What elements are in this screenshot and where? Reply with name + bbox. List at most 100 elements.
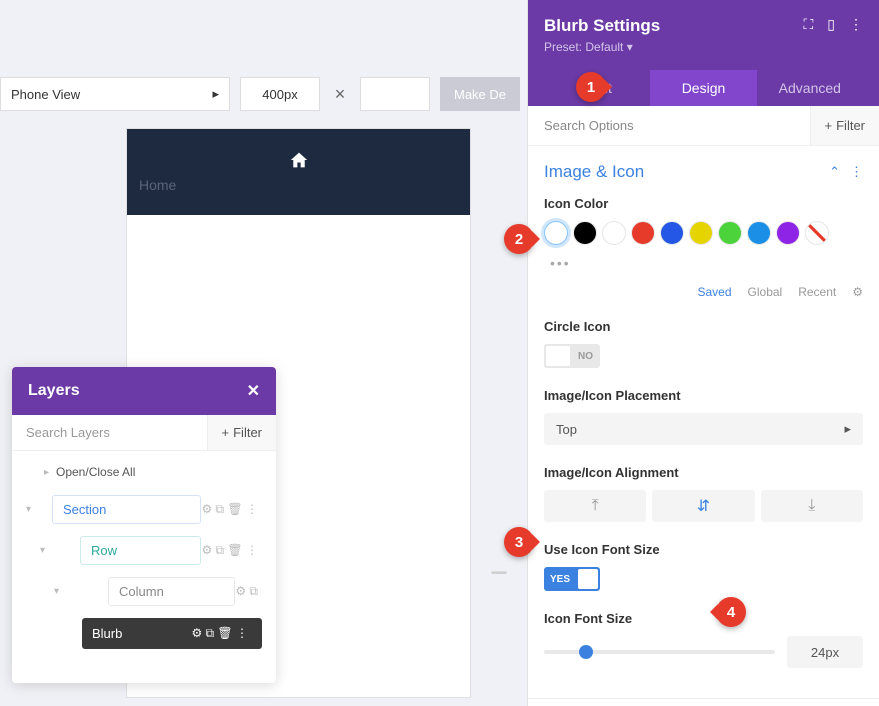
viewport-height-input[interactable]: [360, 77, 430, 111]
layers-title: Layers: [28, 382, 80, 400]
color-swatch-green[interactable]: [718, 221, 742, 245]
layers-header: Layers ✕: [12, 367, 276, 415]
more-icon[interactable]: ⋮: [850, 164, 863, 180]
annotation-3: 3: [504, 527, 534, 557]
settings-filter-button[interactable]: + Filter: [810, 106, 879, 145]
settings-header-actions: ⛶ ▯ ⋮: [803, 16, 863, 33]
chevron-up-icon[interactable]: ⌃: [829, 164, 840, 180]
use-font-size-label: Use Icon Font Size: [544, 542, 863, 557]
swatch-tab-saved[interactable]: Saved: [697, 285, 731, 299]
color-swatch-lightblue[interactable]: [747, 221, 771, 245]
color-swatch-black[interactable]: [573, 221, 597, 245]
viewport-select[interactable]: Phone View ▸: [0, 77, 230, 111]
close-icon[interactable]: ×: [330, 84, 350, 105]
annotation-1: 1: [576, 72, 606, 102]
toggle-knob: [546, 346, 570, 366]
toggle-value: NO: [572, 351, 599, 362]
annotation-4: 4: [716, 597, 746, 627]
layer-label-wrap: Blurb ⚙ ⧉ 🗑 ⋮: [82, 618, 262, 649]
layer-column[interactable]: ▾ Column ⚙ ⧉: [26, 571, 262, 612]
placement-select[interactable]: Top ▸: [544, 413, 863, 445]
more-swatches-icon[interactable]: •••: [544, 251, 863, 275]
open-close-all[interactable]: ▸ Open/Close All: [26, 461, 262, 489]
settings-search-input[interactable]: Search Options: [528, 106, 810, 145]
settings-body: Image & Icon ⌃ ⋮ Icon Color ••• Saved Gl…: [528, 146, 879, 706]
viewport-width-input[interactable]: 400px: [240, 77, 320, 111]
icon-color-label: Icon Color: [544, 196, 863, 211]
home-icon: [289, 151, 309, 169]
color-swatch-blue[interactable]: [660, 221, 684, 245]
use-font-size-toggle[interactable]: YES: [544, 567, 600, 591]
preview-header: Home: [127, 129, 470, 215]
section-text[interactable]: Text ⌄: [528, 698, 879, 706]
menu-item-home[interactable]: Home: [127, 177, 176, 193]
toggle-knob: [578, 569, 598, 589]
color-swatch-purple[interactable]: [776, 221, 800, 245]
placement-label: Image/Icon Placement: [544, 388, 863, 403]
select-value: Top: [556, 422, 577, 437]
toggle-value: YES: [544, 574, 576, 585]
annotation-2: 2: [504, 224, 534, 254]
layers-search-input[interactable]: Search Layers: [12, 415, 207, 450]
select-caret-icon: ▸: [844, 421, 851, 437]
caret-down-icon: ▾: [627, 40, 633, 54]
preset-label: Preset: Default: [544, 40, 623, 54]
filter-label: Filter: [233, 425, 262, 440]
chevron-down-icon: ▾: [26, 504, 38, 515]
chevron-right-icon: ▸: [44, 467, 56, 478]
circle-icon-toggle[interactable]: NO: [544, 344, 600, 368]
layers-panel: Layers ✕ Search Layers + Filter ▸ Open/C…: [12, 367, 276, 683]
color-swatch-white[interactable]: [602, 221, 626, 245]
layer-label: Blurb: [92, 626, 122, 641]
font-size-slider-row: 24px: [544, 636, 863, 668]
swatch-tabs: Saved Global Recent ⚙: [544, 285, 863, 299]
font-size-value[interactable]: 24px: [787, 636, 863, 668]
layer-actions[interactable]: ⚙ ⧉ 🗑 ⋮: [201, 502, 262, 517]
layer-row[interactable]: ▾ Row ⚙ ⧉ 🗑 ⋮: [26, 530, 262, 571]
layer-label: Section: [52, 495, 201, 524]
settings-panel: Blurb Settings Preset: Default ▾ ⛶ ▯ ⋮ C…: [527, 0, 879, 706]
open-close-label: Open/Close All: [56, 465, 135, 479]
tab-advanced[interactable]: Advanced: [757, 70, 863, 106]
close-icon[interactable]: ✕: [247, 381, 260, 401]
layer-label: Column: [108, 577, 235, 606]
plus-icon: +: [825, 118, 833, 133]
tab-design[interactable]: Design: [650, 70, 756, 106]
filter-label: Filter: [836, 118, 865, 133]
color-swatch-none[interactable]: [805, 221, 829, 245]
drag-handle-icon[interactable]: ||: [490, 570, 508, 572]
circle-icon-label: Circle Icon: [544, 319, 863, 334]
layer-section[interactable]: ▾ Section ⚙ ⧉ 🗑 ⋮: [26, 489, 262, 530]
alignment-label: Image/Icon Alignment: [544, 465, 863, 480]
more-icon[interactable]: ⋮: [849, 16, 863, 33]
layer-actions[interactable]: ⚙ ⧉ 🗑 ⋮: [201, 543, 262, 558]
settings-title: Blurb Settings: [544, 16, 660, 36]
swatch-tab-global[interactable]: Global: [748, 285, 783, 299]
slider-thumb[interactable]: [579, 645, 593, 659]
chevron-down-icon: ▾: [40, 545, 52, 556]
color-swatches: [544, 221, 863, 245]
section-image-icon[interactable]: Image & Icon ⌃ ⋮: [544, 162, 863, 196]
color-swatch-yellow[interactable]: [689, 221, 713, 245]
panel-icon[interactable]: ▯: [827, 16, 835, 33]
settings-preset[interactable]: Preset: Default ▾: [544, 40, 660, 54]
select-caret-icon: ▸: [212, 86, 219, 102]
expand-icon[interactable]: ⛶: [803, 16, 813, 33]
layer-actions[interactable]: ⚙ ⧉ 🗑 ⋮: [191, 626, 252, 641]
layers-filter-button[interactable]: + Filter: [207, 415, 276, 450]
layer-actions[interactable]: ⚙ ⧉: [235, 584, 262, 599]
font-size-slider[interactable]: [544, 650, 775, 654]
settings-search-row: Search Options + Filter: [528, 106, 879, 146]
layers-body: ▸ Open/Close All ▾ Section ⚙ ⧉ 🗑 ⋮ ▾ Row…: [12, 451, 276, 683]
swatch-tab-recent[interactable]: Recent: [798, 285, 836, 299]
section-title: Image & Icon: [544, 162, 644, 182]
align-left-button[interactable]: ⤒: [544, 490, 646, 522]
layer-label: Row: [80, 536, 201, 565]
layer-blurb[interactable]: Blurb ⚙ ⧉ 🗑 ⋮: [82, 612, 262, 655]
gear-icon[interactable]: ⚙: [852, 285, 863, 299]
align-right-button[interactable]: ⤓: [761, 490, 863, 522]
align-center-button[interactable]: ⇵: [652, 490, 754, 522]
layers-search-row: Search Layers + Filter: [12, 415, 276, 451]
color-swatch-red[interactable]: [631, 221, 655, 245]
make-default-button[interactable]: Make De: [440, 77, 520, 111]
